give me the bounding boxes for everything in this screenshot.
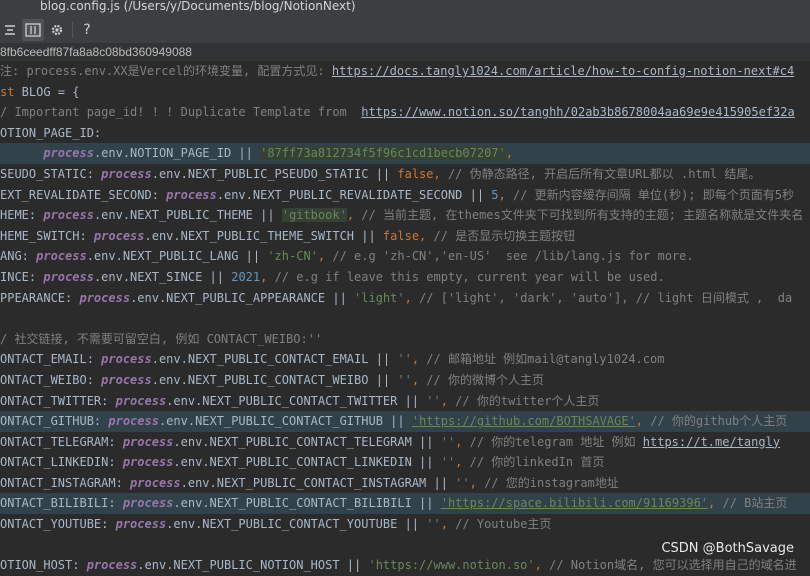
code-line: ONTACT_BILIBILI: process.env.NEXT_PUBLIC… [0, 493, 810, 515]
watermark: CSDN @BothSavage [661, 541, 794, 556]
align-icon[interactable] [0, 19, 20, 41]
commit-hash: 8fb6ceedff87fa8a8c08bd360949088 [0, 44, 810, 61]
toolbar-divider [72, 22, 73, 38]
code-line: HEME: process.env.NEXT_PUBLIC_THEME || '… [0, 208, 804, 223]
code-line: OTION_PAGE_ID: [0, 125, 102, 140]
code-line: process.env.NOTION_PAGE_ID || '87ff73a81… [0, 143, 810, 164]
code-line: / Important page_id! ! ! Duplicate Templ… [0, 105, 795, 120]
columns-icon[interactable] [22, 19, 44, 41]
code-line: ONTACT_LINKEDIN: process.env.NEXT_PUBLIC… [0, 455, 605, 470]
code-line: ANG: process.env.NEXT_PUBLIC_LANG || 'zh… [0, 249, 694, 264]
code-editor[interactable]: 注: process.env.XX是Vercel的环境变量, 配置方式见: ht… [0, 61, 810, 576]
code-line: ONTACT_TELEGRAM: process.env.NEXT_PUBLIC… [0, 434, 781, 449]
code-line: ONTACT_YOUTUBE: process.env.NEXT_PUBLIC_… [0, 517, 552, 532]
code-line: OTION_HOST: process.env.NEXT_PUBLIC_NOTI… [0, 558, 797, 573]
code-line: HEME_SWITCH: process.env.NEXT_PUBLIC_THE… [0, 228, 576, 243]
toolbar: ? [0, 16, 810, 44]
code-line: ONTACT_TWITTER: process.env.NEXT_PUBLIC_… [0, 393, 600, 408]
code-line: / 社交链接, 不需要可留空白, 例如 CONTACT_WEIBO:'' [0, 331, 323, 346]
code-line: ONTACT_GITHUB: process.env.NEXT_PUBLIC_C… [0, 411, 810, 432]
code-line: INCE: process.env.NEXT_SINCE || 2021, //… [0, 269, 665, 284]
code-line: 注: process.env.XX是Vercel的环境变量, 配置方式见: ht… [0, 64, 795, 78]
gear-icon[interactable] [47, 19, 67, 41]
help-button[interactable]: ? [78, 19, 96, 41]
code-line: EXT_REVALIDATE_SECOND: process.env.NEXT_… [0, 187, 795, 202]
code-line: ONTACT_EMAIL: process.env.NEXT_PUBLIC_CO… [0, 352, 665, 367]
code-line: st BLOG = { [0, 84, 80, 99]
window-title: blog.config.js (/Users/y/Documents/blog/… [0, 0, 810, 16]
code-line: ONTACT_WEIBO: process.env.NEXT_PUBLIC_CO… [0, 372, 544, 387]
code-line: PPEARANCE: process.env.NEXT_PUBLIC_APPEA… [0, 290, 793, 305]
code-line: SEUDO_STATIC: process.env.NEXT_PUBLIC_PS… [0, 166, 761, 181]
code-line: ONTACT_INSTAGRAM: process.env.NEXT_PUBLI… [0, 475, 619, 490]
